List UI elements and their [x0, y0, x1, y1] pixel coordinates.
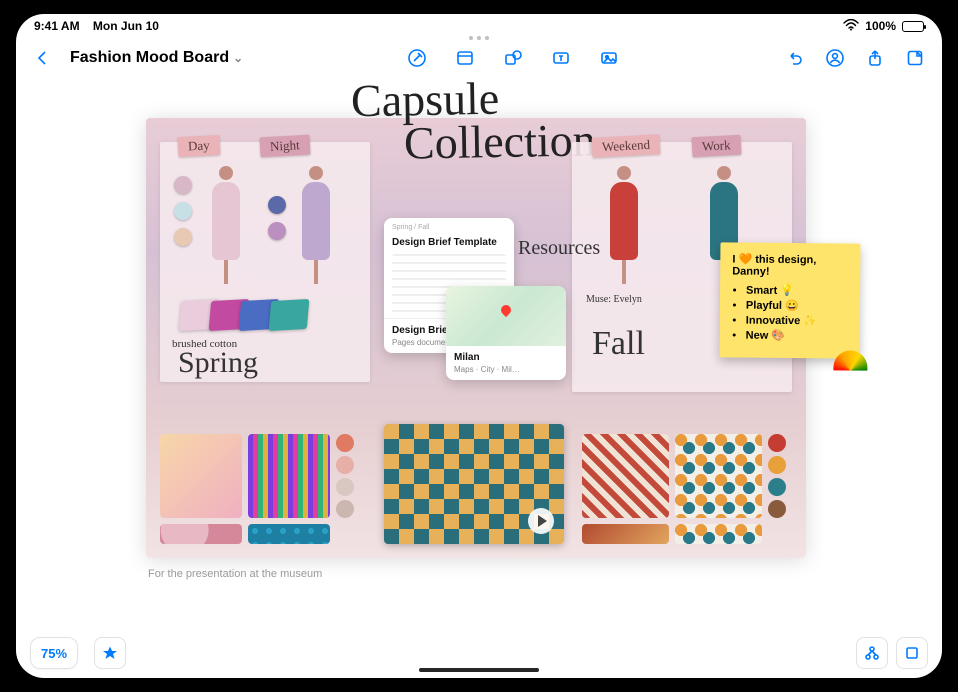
app-toolbar: Fashion Mood Board ⌄: [16, 38, 942, 78]
day-tag: Day: [178, 135, 221, 157]
fashion-figure: [602, 166, 646, 286]
play-icon[interactable]: [528, 508, 554, 534]
board-heading-2: Collection: [404, 120, 596, 162]
milan-map-card[interactable]: Milan Maps · City · Mil…: [446, 286, 566, 380]
fashion-figure: [204, 166, 248, 286]
shapes-button[interactable]: [496, 42, 530, 74]
board-title: Fashion Mood Board: [70, 49, 229, 67]
weekend-tag: Weekend: [592, 134, 661, 158]
night-tag: Night: [260, 135, 311, 158]
status-date: Mon Jun 10: [93, 19, 159, 33]
spring-palette[interactable]: [160, 434, 360, 544]
status-time: 9:41 AM: [34, 19, 80, 33]
share-button[interactable]: [858, 42, 892, 74]
sticky-note[interactable]: I 🧡 this design, Danny! Smart 💡 Playful …: [720, 242, 861, 358]
sticky-item: Innovative ✨: [746, 314, 848, 328]
zoom-control[interactable]: 75%: [30, 637, 78, 669]
media-button[interactable]: [592, 42, 626, 74]
new-board-button[interactable]: [898, 42, 932, 74]
swatch-dot: [268, 222, 286, 240]
graph-view-button[interactable]: [856, 637, 888, 669]
rainbow-sticker: [833, 350, 867, 370]
battery-percent: 100%: [865, 19, 896, 33]
map-sub: Maps · City · Mil…: [446, 365, 566, 380]
palette-image: [160, 434, 242, 518]
fall-palette[interactable]: [582, 434, 792, 544]
palette-image: [248, 434, 330, 518]
zoom-value: 75%: [41, 646, 67, 661]
collaborate-button[interactable]: [818, 42, 852, 74]
palette-image: [160, 524, 242, 544]
freeform-canvas[interactable]: Capsule Collection Day Night: [16, 78, 942, 628]
card-title: Design Brief Template: [384, 231, 514, 250]
spring-panel[interactable]: Day Night brushed cotton Spring: [160, 142, 370, 382]
chevron-down-icon: ⌄: [233, 51, 243, 65]
back-button[interactable]: [26, 42, 60, 74]
wifi-icon: [843, 19, 859, 34]
spring-label: Spring: [178, 350, 258, 376]
board-caption: For the presentation at the museum: [148, 568, 322, 580]
sticky-item: Smart 💡: [746, 284, 848, 298]
palette-image: [675, 434, 762, 518]
swatch-dot: [268, 196, 286, 214]
sticky-item: Playful 😀: [746, 299, 848, 313]
fall-label: Fall: [592, 330, 645, 359]
favorite-button[interactable]: [94, 637, 126, 669]
swatch-dot: [174, 176, 192, 194]
board-heading-1: Capsule: [351, 79, 500, 121]
palette-image: [675, 524, 762, 544]
undo-button[interactable]: [778, 42, 812, 74]
palette-image: [582, 524, 669, 544]
multitask-indicator[interactable]: [469, 36, 489, 40]
map-preview: [446, 286, 566, 346]
center-tools: [400, 42, 626, 74]
swatch-dot: [174, 202, 192, 220]
palette-image: [248, 524, 330, 544]
card-overline: Spring / Fall: [384, 218, 514, 231]
swatch-dot: [174, 228, 192, 246]
canvas-view-button[interactable]: [896, 637, 928, 669]
board-title-menu[interactable]: Fashion Mood Board ⌄: [66, 49, 247, 67]
sticky-note-button[interactable]: [448, 42, 482, 74]
text-box-button[interactable]: [544, 42, 578, 74]
fashion-figure: [294, 166, 338, 286]
palette-image: [582, 434, 669, 518]
sticky-headline: I 🧡 this design, Danny!: [732, 252, 848, 278]
battery-icon: [902, 21, 924, 32]
palette-dots: [768, 434, 792, 518]
pen-tool-button[interactable]: [400, 42, 434, 74]
sticky-item: New 🎨: [746, 329, 848, 343]
palette-dots: [336, 434, 360, 518]
work-tag: Work: [692, 135, 742, 158]
fabric-swatch: [269, 299, 310, 331]
resources-label: Resources: [518, 240, 600, 257]
mood-board[interactable]: Capsule Collection Day Night: [146, 118, 806, 558]
status-bar: 9:41 AM Mon Jun 10 100%: [16, 14, 942, 38]
muse-label: Muse: Evelyn: [586, 294, 642, 305]
map-title: Milan: [446, 346, 566, 365]
home-indicator[interactable]: [419, 668, 539, 672]
sticky-list: Smart 💡 Playful 😀 Innovative ✨ New 🎨: [732, 283, 849, 342]
tile-video[interactable]: [384, 424, 564, 544]
map-pin-icon: [499, 303, 513, 317]
